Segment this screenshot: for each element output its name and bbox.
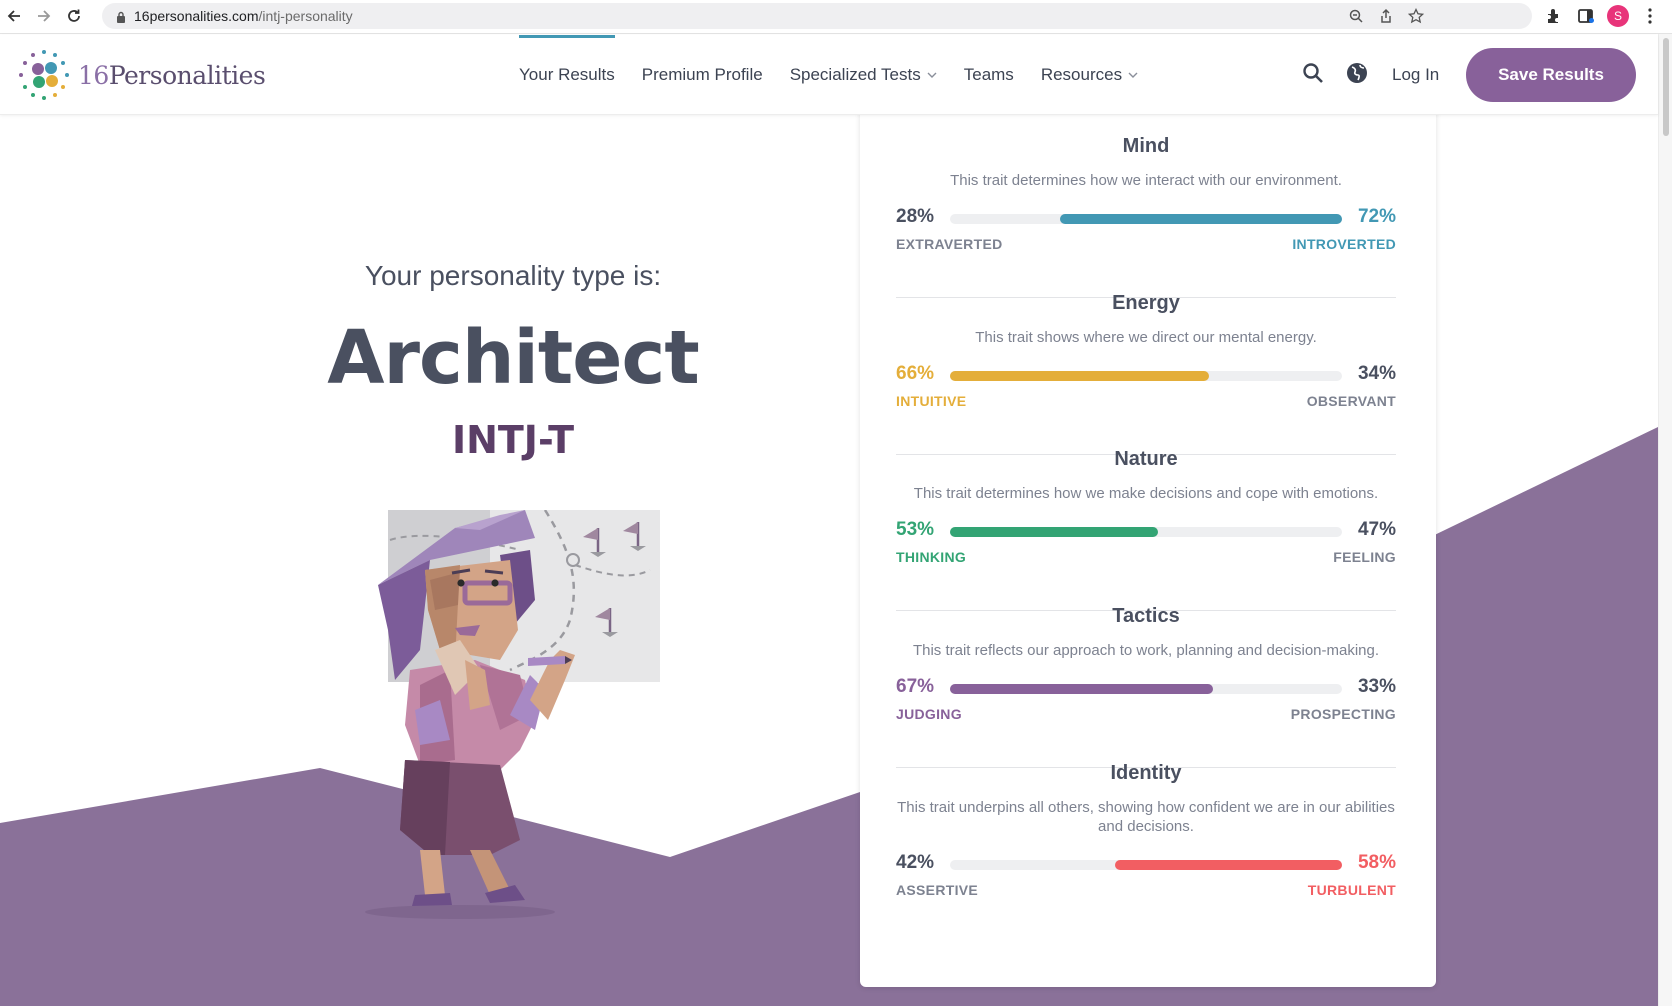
extensions-icon[interactable] bbox=[1545, 7, 1563, 30]
bookmark-star-icon[interactable] bbox=[1407, 7, 1425, 29]
url-text: 16personalities.com/intj-personality bbox=[134, 8, 353, 24]
scrollbar-thumb[interactable] bbox=[1663, 38, 1669, 136]
nav-your-results[interactable]: Your Results bbox=[519, 35, 615, 115]
trait-energy: Energy This trait shows where we direct … bbox=[896, 292, 1396, 455]
lock-icon bbox=[116, 10, 126, 28]
trait-left-label: INTUITIVE bbox=[896, 393, 967, 409]
nav-resources[interactable]: Resources bbox=[1041, 35, 1138, 115]
trait-left-label: JUDGING bbox=[896, 706, 962, 722]
chevron-down-icon bbox=[927, 72, 937, 78]
site-logo[interactable]: 16Personalities bbox=[18, 49, 266, 101]
nav-teams[interactable]: Teams bbox=[964, 35, 1014, 115]
main-nav: Your Results Premium Profile Specialized… bbox=[519, 35, 1165, 115]
trait-right-percent: 58% bbox=[1357, 852, 1396, 873]
trait-description: This trait reflects our approach to work… bbox=[912, 642, 1380, 659]
trait-description: This trait determines how we interact wi… bbox=[950, 172, 1342, 189]
site-header: 16Personalities Your Results Premium Pro… bbox=[0, 35, 1658, 115]
zoom-icon[interactable] bbox=[1348, 8, 1364, 29]
chevron-down-icon bbox=[1128, 72, 1138, 78]
trait-bar-track bbox=[950, 371, 1342, 381]
trait-description: This trait shows where we direct our men… bbox=[975, 329, 1317, 346]
trait-labels: EXTRAVERTED INTROVERTED bbox=[896, 236, 1396, 256]
trait-title: Nature bbox=[1114, 448, 1178, 470]
trait-bar-fill bbox=[950, 371, 1209, 381]
trait-bar-fill bbox=[950, 684, 1213, 694]
type-code: INTJ-T bbox=[451, 418, 575, 462]
trait-bar-track bbox=[950, 214, 1342, 224]
trait-labels: JUDGING PROSPECTING bbox=[896, 706, 1396, 726]
trait-meter: 28% 72% bbox=[896, 204, 1396, 230]
trait-right-label: TURBULENT bbox=[1307, 882, 1396, 898]
trait-labels: THINKING FEELING bbox=[896, 549, 1396, 569]
trait-right-label: INTROVERTED bbox=[1292, 236, 1396, 252]
back-icon[interactable] bbox=[4, 6, 24, 26]
trait-right-label: PROSPECTING bbox=[1290, 706, 1396, 722]
trait-right-percent: 72% bbox=[1357, 206, 1396, 227]
trait-bar-track bbox=[950, 860, 1342, 870]
reading-list-icon[interactable] bbox=[1577, 7, 1595, 30]
reload-icon[interactable] bbox=[64, 6, 84, 26]
trait-right-label: FEELING bbox=[1333, 549, 1396, 565]
trait-meter: 53% 47% bbox=[896, 517, 1396, 543]
trait-bar-track bbox=[950, 527, 1342, 537]
profile-avatar[interactable]: S bbox=[1607, 5, 1629, 27]
trait-identity: Identity This trait underpins all others… bbox=[896, 762, 1396, 902]
type-intro-text: Your personality type is: bbox=[364, 260, 662, 291]
trait-left-percent: 67% bbox=[896, 676, 935, 697]
trait-tactics: Tactics This trait reflects our approach… bbox=[896, 605, 1396, 768]
header-actions: Log In bbox=[1300, 35, 1439, 115]
trait-title: Energy bbox=[1112, 292, 1180, 314]
trait-labels: ASSERTIVE TURBULENT bbox=[896, 882, 1396, 902]
trait-left-label: ASSERTIVE bbox=[896, 882, 979, 898]
trait-labels: INTUITIVE OBSERVANT bbox=[896, 393, 1396, 413]
browser-toolbar: 16personalities.com/intj-personality S bbox=[0, 0, 1672, 34]
trait-description: This trait determines how we make decisi… bbox=[913, 485, 1379, 502]
trait-right-label: OBSERVANT bbox=[1306, 393, 1396, 409]
results-hero: Your personality type is: Architect INTJ… bbox=[0, 115, 1658, 1006]
type-name: Architect bbox=[327, 315, 699, 401]
trait-right-percent: 47% bbox=[1357, 519, 1396, 540]
trait-nature: Nature This trait determines how we make… bbox=[896, 448, 1396, 611]
trait-title: Identity bbox=[1110, 762, 1182, 784]
trait-left-percent: 28% bbox=[896, 206, 935, 227]
trait-meter: 67% 33% bbox=[896, 674, 1396, 700]
logo-wordmark: 16Personalities bbox=[78, 60, 266, 90]
trait-left-percent: 42% bbox=[896, 852, 935, 873]
trait-left-label: THINKING bbox=[896, 549, 967, 565]
trait-meter: 42% 58% bbox=[896, 850, 1396, 876]
nav-premium-profile[interactable]: Premium Profile bbox=[642, 35, 763, 115]
forward-icon[interactable] bbox=[34, 6, 54, 26]
trait-right-percent: 33% bbox=[1357, 676, 1396, 697]
trait-bar-fill bbox=[1114, 860, 1342, 870]
nav-specialized-tests[interactable]: Specialized Tests bbox=[790, 35, 937, 115]
share-icon[interactable] bbox=[1378, 8, 1394, 29]
address-bar[interactable]: 16personalities.com/intj-personality bbox=[102, 3, 1532, 29]
trait-right-percent: 34% bbox=[1357, 363, 1396, 384]
architect-illustration bbox=[365, 510, 660, 919]
page-scrollbar[interactable] bbox=[1658, 34, 1672, 1006]
trait-left-percent: 66% bbox=[896, 363, 935, 384]
trait-bar-track bbox=[950, 684, 1342, 694]
trait-meter: 66% 34% bbox=[896, 361, 1396, 387]
logo-dots-icon bbox=[19, 50, 69, 100]
trait-title: Tactics bbox=[1112, 605, 1180, 627]
search-icon[interactable] bbox=[1302, 62, 1324, 89]
trait-mind: Mind This trait determines how we intera… bbox=[896, 135, 1396, 298]
trait-left-percent: 53% bbox=[896, 519, 935, 540]
trait-title: Mind bbox=[1122, 135, 1170, 157]
trait-left-label: EXTRAVERTED bbox=[896, 236, 1003, 252]
save-results-button[interactable]: Save Results bbox=[1466, 48, 1636, 102]
trait-bar-fill bbox=[950, 527, 1158, 537]
login-link[interactable]: Log In bbox=[1392, 65, 1439, 85]
traits-card: Mind This trait determines how we intera… bbox=[860, 115, 1436, 987]
trait-description: This trait underpins all others, showing… bbox=[897, 799, 1395, 835]
globe-icon[interactable] bbox=[1346, 62, 1368, 89]
menu-dots-icon[interactable] bbox=[1647, 7, 1653, 30]
trait-bar-fill bbox=[1059, 214, 1342, 224]
